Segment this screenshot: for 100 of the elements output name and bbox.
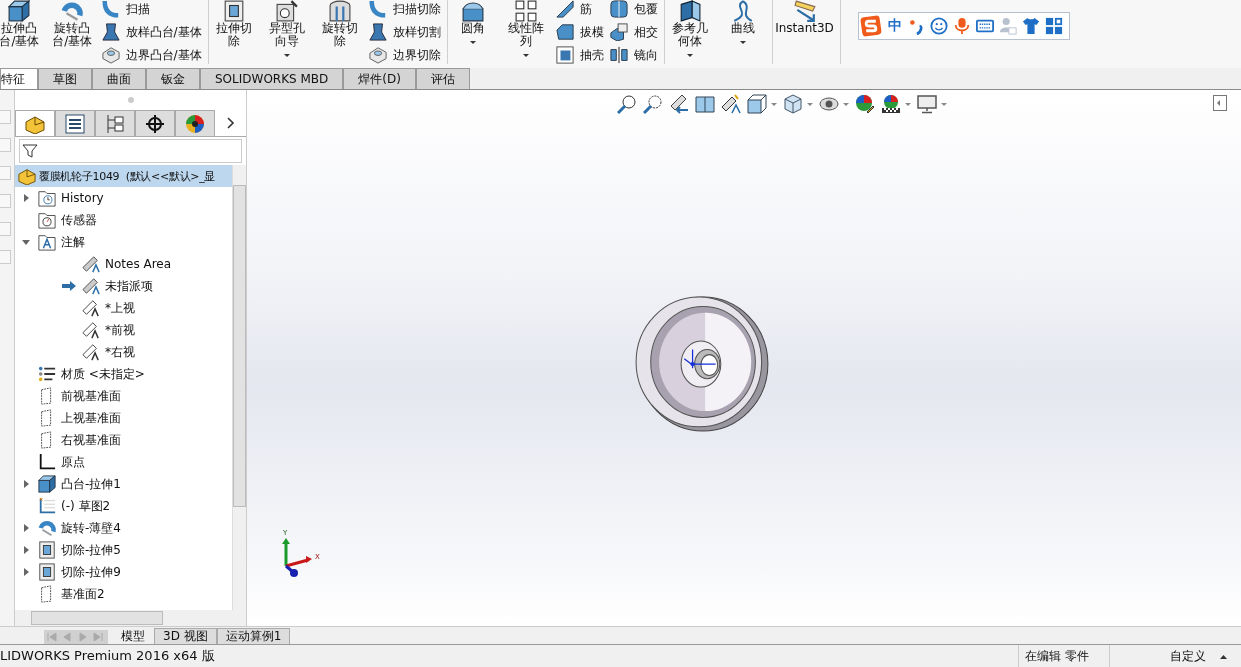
command-tab[interactable]: 钣金: [146, 68, 200, 89]
sketch-icon: [38, 497, 56, 515]
tree-item[interactable]: 覆膜机轮子1049 (默认<<默认>_显: [15, 165, 232, 187]
punctuation-icon[interactable]: [907, 17, 925, 35]
vertical-scrollbar[interactable]: [232, 165, 246, 610]
block-icon: [369, 46, 388, 64]
panel-toggle-icon[interactable]: [1213, 94, 1227, 114]
ribbon-button[interactable]: 边界切除: [369, 46, 442, 64]
telescope-icon: [82, 321, 100, 339]
cut-box-icon: [38, 563, 56, 581]
tree-item[interactable]: *前视: [15, 319, 232, 341]
color-ball-pencil-icon: [855, 94, 875, 114]
telescope-icon: [721, 94, 741, 114]
ribbon-button[interactable]: 扫描: [101, 0, 202, 18]
tree-item[interactable]: 切除-拉伸5: [15, 539, 232, 561]
list-gear-icon: [38, 365, 56, 383]
tree-item[interactable]: 注解: [15, 231, 232, 253]
panel-grip[interactable]: [127, 97, 134, 103]
ribbon-button[interactable]: 旋转切除: [316, 0, 364, 48]
ribbon-button[interactable]: 相交: [609, 23, 658, 41]
smiley-icon[interactable]: [930, 17, 948, 35]
ribbon-button[interactable]: 边界凸台/基体: [101, 46, 202, 64]
tree-item[interactable]: History: [15, 187, 232, 209]
tapered-shape-icon: [101, 23, 120, 41]
tree-item[interactable]: 上视基准面: [15, 407, 232, 429]
filter-icon: [22, 143, 38, 159]
product-name: LIDWORKS Premium 2016 x64 版: [0, 647, 215, 665]
ribbon-button[interactable]: 拉伸切除: [210, 0, 258, 48]
tree-item[interactable]: *右视: [15, 341, 232, 363]
tree-item[interactable]: 前视基准面: [15, 385, 232, 407]
view-toolbar-button[interactable]: [669, 94, 689, 114]
tree-item[interactable]: 传感器: [15, 209, 232, 231]
command-tab[interactable]: 曲面: [92, 68, 146, 89]
history-folder-icon: [38, 189, 56, 207]
horizontal-scrollbar[interactable]: [15, 610, 246, 626]
grid-icon[interactable]: [1045, 17, 1063, 35]
ring-icon: [61, 0, 84, 22]
zoom-icon: [617, 94, 637, 114]
command-tab[interactable]: 特征: [0, 68, 38, 89]
logo-icon[interactable]: [859, 14, 883, 38]
tapered-shape-icon: [369, 23, 388, 41]
filter-field[interactable]: [19, 139, 242, 163]
ribbon-button[interactable]: 参考几何体: [666, 0, 714, 57]
collapse-arrow-icon[interactable]: [19, 239, 33, 245]
ribbon-button[interactable]: 包覆: [609, 0, 658, 18]
tree-item[interactable]: 材质 <未指定>: [15, 363, 232, 385]
view-tab[interactable]: 运动算例1: [216, 628, 291, 644]
shirt-icon[interactable]: [1022, 17, 1040, 35]
cut-cylinder-icon: [328, 0, 351, 22]
z-axis-arrow: [285, 564, 298, 577]
telescope-icon: [82, 277, 100, 295]
units-status[interactable]: 自定义: [1109, 645, 1216, 667]
ribbon-button[interactable]: 镜向: [609, 46, 658, 64]
ribbon-button[interactable]: 圆角: [450, 0, 497, 44]
view-toolbar-button[interactable]: [747, 94, 777, 114]
curve-icon: [731, 0, 754, 22]
input-mode-button[interactable]: 中: [888, 17, 902, 35]
tree-item[interactable]: 未指派项: [15, 275, 232, 297]
tree-item[interactable]: 右视基准面: [15, 429, 232, 451]
ribbon-button[interactable]: 曲线: [719, 0, 767, 44]
command-tab[interactable]: SOLIDWORKS MBD: [200, 68, 344, 89]
panel-tab[interactable]: [175, 110, 215, 136]
view-toolbar-button[interactable]: [917, 94, 947, 114]
rib-icon: [555, 0, 574, 18]
tree-item[interactable]: 原点: [15, 451, 232, 473]
view-toolbar-button[interactable]: [617, 94, 637, 114]
ribbon-button[interactable]: 筋: [555, 0, 604, 18]
command-tab[interactable]: 草图: [38, 68, 92, 89]
curved-shape-icon: [101, 0, 120, 18]
tree-item[interactable]: *上视: [15, 297, 232, 319]
camera-arrow-icon: [669, 94, 689, 114]
view-toolbar-button[interactable]: [643, 94, 663, 114]
axes-icon: [38, 453, 56, 471]
panel-tab[interactable]: [55, 110, 95, 136]
view-toolbar-button[interactable]: [855, 94, 875, 114]
view-toolbar-button[interactable]: [819, 94, 849, 114]
keyboard-icon[interactable]: [976, 17, 994, 35]
tree-item[interactable]: Notes Area: [15, 253, 232, 275]
view-toolbar-button[interactable]: [881, 94, 911, 114]
ribbon-button[interactable]: 异型孔向导: [263, 0, 311, 57]
tree-item[interactable]: 凸台-拉伸1: [15, 473, 232, 495]
ribbon-button[interactable]: 拉伸凸台/基体: [0, 0, 43, 48]
view-toolbar-button[interactable]: [721, 94, 741, 114]
tree-item[interactable]: 基准面2: [15, 583, 232, 605]
view-tab[interactable]: 3D 视图: [154, 628, 217, 644]
command-tab[interactable]: 评估: [415, 68, 470, 89]
ribbon-button[interactable]: 线性阵列: [502, 0, 550, 57]
tree-item[interactable]: 旋转-薄壁4: [15, 517, 232, 539]
command-tab[interactable]: 焊件(D): [343, 68, 416, 89]
ribbon-button[interactable]: 放样凸台/基体: [101, 23, 202, 41]
tree-item[interactable]: (-) 草图2: [15, 495, 232, 517]
microphone-icon[interactable]: [953, 17, 971, 35]
ribbon-button[interactable]: 扫描切除: [369, 0, 442, 18]
ribbon-button[interactable]: 拔模: [555, 23, 604, 41]
ribbon-button[interactable]: 放样切割: [369, 23, 442, 41]
ribbon-button[interactable]: 旋转凸台/基体: [48, 0, 96, 48]
panel-tab[interactable]: [135, 110, 175, 136]
tree-item[interactable]: 切除-拉伸9: [15, 561, 232, 583]
ribbon-button[interactable]: 抽壳: [555, 46, 604, 64]
ribbon-button[interactable]: Instant3D: [775, 0, 834, 35]
